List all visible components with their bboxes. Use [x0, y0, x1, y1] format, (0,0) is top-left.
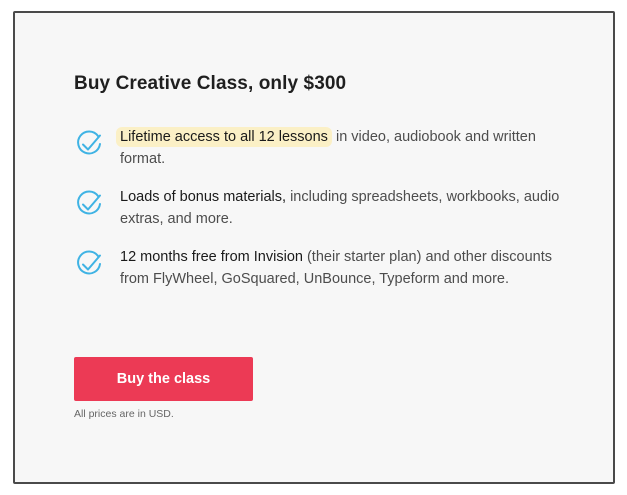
- checkmark-icon: [77, 190, 101, 215]
- feature-item-lifetime-access: Lifetime access to all 12 lessons in vid…: [74, 126, 564, 170]
- buy-the-class-button[interactable]: Buy the class: [74, 357, 253, 401]
- currency-note: All prices are in USD.: [74, 408, 174, 420]
- feature-highlight: Lifetime access to all 12 lessons: [116, 127, 332, 147]
- checkmark-icon: [77, 250, 101, 275]
- purchase-card: Buy Creative Class, only $300 Lifetime a…: [13, 11, 615, 484]
- feature-strong-text: Loads of bonus materials,: [120, 189, 287, 205]
- card-title: Buy Creative Class, only $300: [74, 73, 347, 94]
- checkmark-icon: [77, 130, 101, 155]
- feature-list: Lifetime access to all 12 lessons in vid…: [74, 126, 564, 290]
- feature-item-bonus-materials: Loads of bonus materials, including spre…: [74, 186, 564, 230]
- feature-strong-text: 12 months free from Invision: [120, 249, 303, 265]
- feature-item-invision: 12 months free from Invision (their star…: [74, 246, 564, 290]
